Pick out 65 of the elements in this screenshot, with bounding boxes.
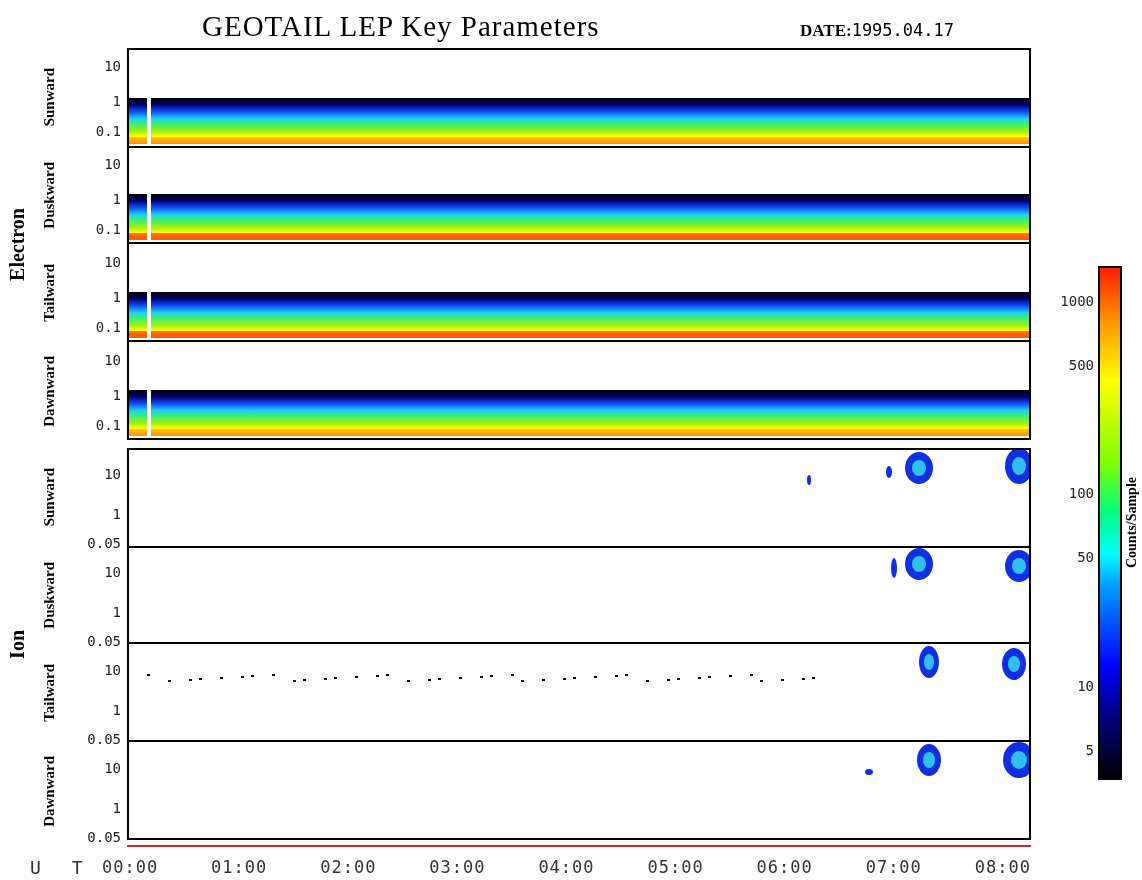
- colorbar-tick-label: 50: [1077, 548, 1094, 565]
- y-tick-label: 1: [112, 800, 121, 816]
- colorbar-tick-label: 10: [1077, 677, 1094, 694]
- ion-flux-patch-drawing: [891, 558, 897, 578]
- ion-flux-patch-drawing: [865, 769, 873, 775]
- ion-flux-patch-drawing: [807, 475, 811, 485]
- ion-flux-patch-drawing: [905, 548, 933, 580]
- ion-flux-patch-drawing: [917, 744, 941, 776]
- x-tick-label: 07:00: [865, 857, 922, 877]
- colorbar-tick-label: 500: [1068, 357, 1094, 374]
- y-tick-label: 1: [112, 289, 121, 305]
- y-tick-label: 10: [104, 662, 121, 678]
- y-tick-label: 10: [104, 58, 121, 74]
- ion-flux-patch-drawing: [886, 466, 892, 478]
- ion-flux-patch-drawing: [1005, 450, 1029, 484]
- panel-label: Tailward: [40, 264, 58, 322]
- x-tick-label: 08:00: [974, 857, 1031, 877]
- y-tick-label: 1: [112, 702, 121, 718]
- x-tick-label: 00:00: [102, 857, 159, 877]
- x-tick-label: 06:00: [756, 857, 813, 877]
- panel-label: Duskward: [40, 561, 58, 629]
- colorbar-tick-label: 1000: [1060, 292, 1094, 309]
- ion-flux-patch-drawing: [905, 452, 933, 484]
- panel-label: Tailward: [40, 664, 58, 722]
- y-tick-label: 10: [104, 156, 121, 172]
- y-tick-label: 0.05: [87, 731, 121, 747]
- y-tick-label: 0.05: [87, 829, 121, 845]
- x-tick-label: 01:00: [211, 857, 268, 877]
- y-tick-label: 1: [112, 506, 121, 522]
- y-tick-label: 1: [112, 191, 121, 207]
- y-tick-label: 0.1: [95, 123, 121, 139]
- y-tick-label: 0.1: [95, 319, 121, 335]
- y-tick-label: 1: [112, 604, 121, 620]
- y-tick-label: 0.05: [87, 535, 121, 551]
- ion-flux-patch-drawing: [1003, 742, 1029, 778]
- colorbar-tick-label: 100: [1068, 485, 1094, 502]
- y-tick-label: 10: [104, 352, 121, 368]
- panel-label: Duskward: [40, 161, 58, 229]
- y-tick-label: 10: [104, 466, 121, 482]
- group-label: Electron: [5, 207, 29, 281]
- y-tick-label: 1: [112, 93, 121, 109]
- ion-flux-patch-drawing: [919, 646, 939, 678]
- y-tick-label: 0.05: [87, 633, 121, 649]
- y-tick-label: 10: [104, 254, 121, 270]
- colorbar-tick-label: 5: [1085, 742, 1094, 759]
- y-tick-label: 10: [104, 564, 121, 580]
- panel-label: Dawnward: [40, 755, 58, 827]
- y-tick-label: 0.1: [95, 417, 121, 433]
- y-tick-label: 0.1: [95, 221, 121, 237]
- y-tick-label: 10: [104, 760, 121, 776]
- date-label: DATE:1995.04.17: [800, 20, 954, 41]
- x-tick-label: 05:00: [647, 857, 704, 877]
- ion-flux-patch-drawing: [1005, 550, 1029, 582]
- x-axis-label: U T: [30, 857, 93, 878]
- colorbar-label: Counts/Sample: [1124, 477, 1140, 569]
- x-tick-label: 04:00: [538, 857, 595, 877]
- x-tick-label: 02:00: [320, 857, 377, 877]
- x-tick-label: 03:00: [429, 857, 486, 877]
- y-tick-label: 1: [112, 387, 121, 403]
- panel-label: Dawnward: [40, 355, 58, 427]
- plot-title: GEOTAIL LEP Key Parameters: [202, 10, 600, 43]
- group-label: Ion: [5, 629, 29, 659]
- panel-label: Sunward: [40, 467, 58, 527]
- panel-label: Sunward: [40, 67, 58, 127]
- ion-flux-patch-drawing: [1002, 648, 1026, 680]
